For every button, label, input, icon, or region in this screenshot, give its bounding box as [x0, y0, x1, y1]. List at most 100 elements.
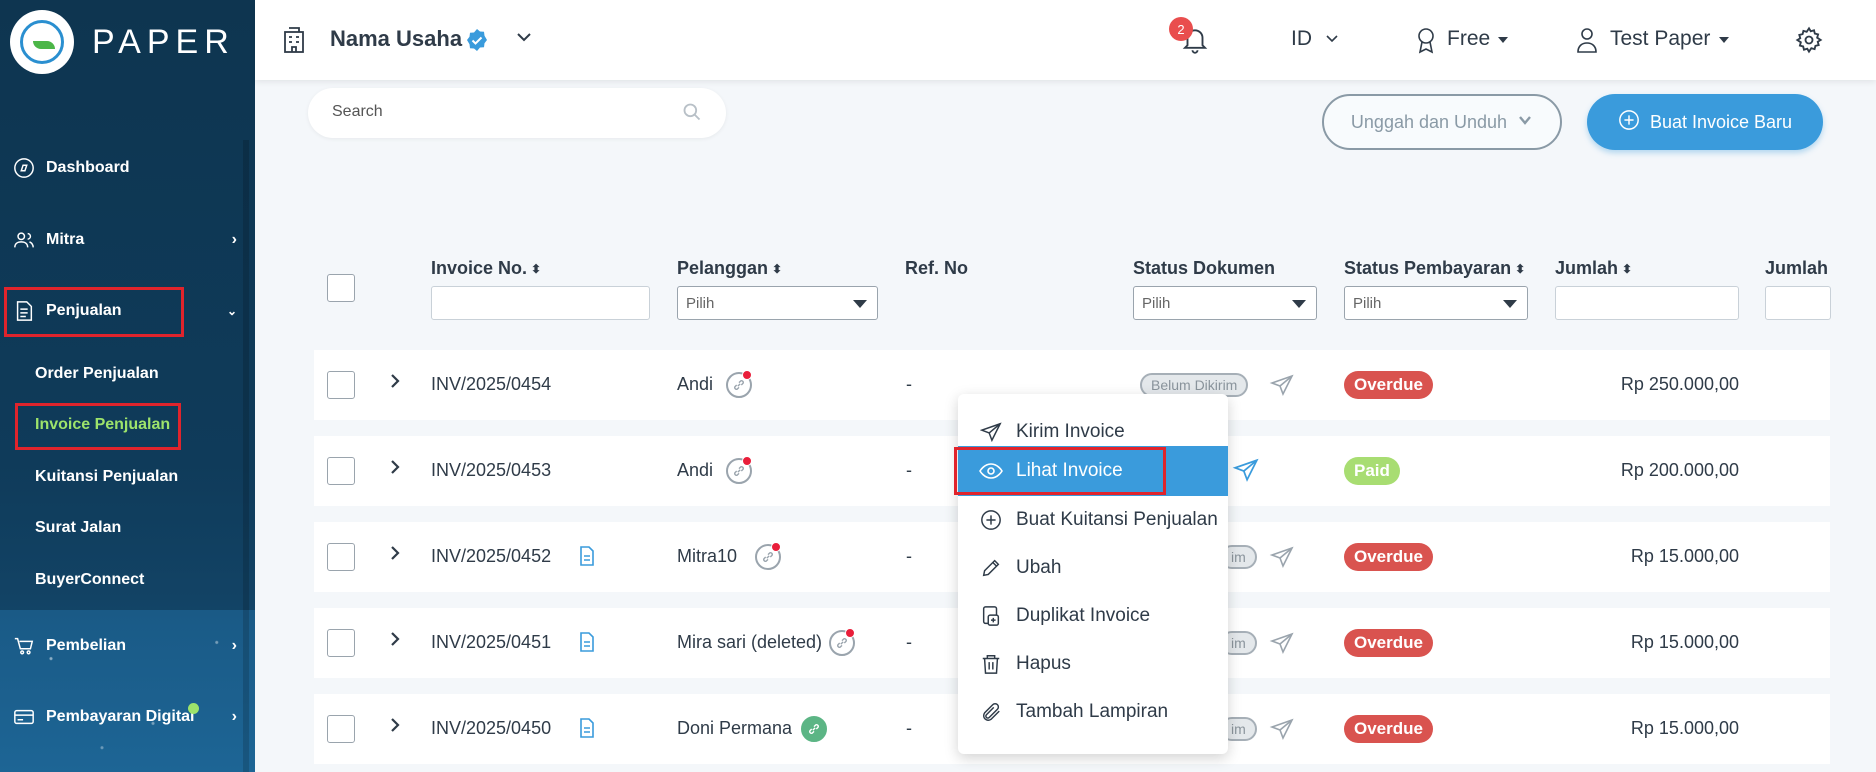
sidebar-item-label: Pembelian	[46, 637, 127, 654]
chevron-right-icon: ›	[231, 708, 237, 725]
sidebar-subitem-kuitansi-penjualan[interactable]: Kuitansi Penjualan	[35, 468, 178, 486]
invoice-number[interactable]: INV/2025/0454	[431, 374, 551, 395]
chevron-right-icon[interactable]	[388, 630, 402, 653]
invoice-number[interactable]: INV/2025/0451	[431, 632, 551, 653]
sidebar-item-pembelian[interactable]: Pembelian ›	[0, 624, 255, 668]
customer-name: Mira sari (deleted)	[677, 632, 823, 652]
amount: Rp 15.000,00	[1630, 718, 1739, 738]
plan-selector[interactable]: Free	[1447, 27, 1490, 51]
notification-badge: 2	[1169, 17, 1193, 41]
sidebar-item-pembayaran-digital[interactable]: Pembayaran Digital ›	[0, 695, 255, 739]
link-icon[interactable]	[801, 716, 827, 742]
sidebar-scrollbar[interactable]	[243, 140, 249, 772]
ref-number: -	[906, 632, 912, 652]
chevron-down-icon[interactable]	[515, 28, 533, 51]
invoice-number[interactable]: INV/2025/0452	[431, 546, 551, 567]
row-checkbox[interactable]	[327, 629, 355, 657]
chevron-right-icon[interactable]	[388, 544, 402, 567]
column-header-jumlah[interactable]: Jumlah ⬍	[1555, 258, 1632, 279]
paperclip-icon	[978, 699, 1004, 725]
business-name[interactable]: Nama Usaha	[330, 26, 462, 52]
user-menu[interactable]: Test Paper	[1610, 27, 1710, 51]
sort-icon: ⬍	[531, 262, 542, 277]
chevron-right-icon[interactable]	[388, 372, 402, 395]
chevron-right-icon[interactable]	[388, 716, 402, 739]
send-icon[interactable]	[1269, 545, 1295, 574]
jumlah-t-filter[interactable]	[1765, 286, 1831, 320]
payment-status-badge: Paid	[1344, 457, 1400, 485]
status-dokumen-filter[interactable]: Pilih	[1133, 286, 1317, 320]
row-checkbox[interactable]	[327, 715, 355, 743]
sidebar-subitem-surat-jalan[interactable]: Surat Jalan	[35, 519, 121, 537]
chevron-right-icon[interactable]	[388, 458, 402, 481]
users-icon	[12, 228, 36, 252]
payment-status-badge: Overdue	[1344, 371, 1433, 399]
chevron-down-icon	[1517, 112, 1533, 133]
alert-dot	[742, 456, 752, 466]
sidebar-item-dashboard[interactable]: Dashboard	[0, 146, 255, 190]
credit-card-icon	[12, 705, 36, 729]
chevron-down-icon: ⌄	[226, 304, 237, 318]
brand[interactable]: PAPER	[10, 10, 235, 74]
ref-number: -	[906, 460, 912, 480]
jumlah-filter[interactable]	[1555, 286, 1739, 320]
new-invoice-button[interactable]: Buat Invoice Baru	[1587, 94, 1823, 150]
language-selector[interactable]: ID	[1291, 27, 1312, 51]
alert-dot	[742, 370, 752, 380]
sidebar-subitem-order-penjualan[interactable]: Order Penjualan	[35, 365, 159, 383]
sidebar-subitem-buyerconnect[interactable]: BuyerConnect	[35, 571, 144, 589]
sidebar: PAPER Dashboard Mitra › Penjualan ⌄ Orde…	[0, 0, 255, 772]
send-icon[interactable]	[1232, 457, 1260, 488]
file-icon[interactable]	[579, 546, 595, 571]
send-icon[interactable]	[1269, 631, 1295, 660]
customer-name: Doni Permana	[677, 718, 793, 738]
menu-item-ubah[interactable]: Ubah	[958, 544, 1228, 592]
building-icon	[283, 26, 305, 59]
pelanggan-filter[interactable]: Pilih	[677, 286, 878, 320]
sidebar-item-label: Mitra	[46, 231, 85, 248]
column-header-invoice-no[interactable]: Invoice No. ⬍	[431, 258, 541, 279]
menu-item-duplikat-invoice[interactable]: Duplikat Invoice	[958, 592, 1228, 640]
brand-name: PAPER	[92, 22, 235, 61]
search-box	[308, 88, 726, 138]
column-header-status-pembayaran[interactable]: Status Pembayaran ⬍	[1344, 258, 1525, 279]
row-checkbox[interactable]	[327, 371, 355, 399]
chevron-right-icon: ›	[231, 231, 237, 248]
invoice-number[interactable]: INV/2025/0450	[431, 718, 551, 739]
new-indicator-dot	[188, 703, 199, 714]
alert-dot	[771, 542, 781, 552]
send-icon[interactable]	[1269, 373, 1295, 402]
plus-circle-icon	[978, 507, 1004, 533]
menu-item-hapus[interactable]: Hapus	[958, 640, 1228, 688]
status-pembayaran-filter[interactable]: Pilih	[1344, 286, 1528, 320]
sidebar-item-mitra[interactable]: Mitra ›	[0, 218, 255, 262]
amount: Rp 15.000,00	[1630, 546, 1739, 566]
file-icon[interactable]	[579, 632, 595, 657]
select-all-checkbox[interactable]	[327, 274, 355, 302]
search-icon[interactable]	[682, 102, 702, 127]
menu-item-buat-kuitansi[interactable]: Buat Kuitansi Penjualan	[958, 496, 1228, 544]
invoice-number[interactable]: INV/2025/0453	[431, 460, 551, 481]
send-icon[interactable]	[1269, 717, 1295, 746]
payment-status-badge: Overdue	[1344, 629, 1433, 657]
customer-name: Andi	[677, 374, 714, 394]
file-icon[interactable]	[579, 718, 595, 743]
row-checkbox[interactable]	[327, 543, 355, 571]
upload-download-button[interactable]: Unggah dan Unduh	[1322, 94, 1562, 150]
highlight-box	[954, 447, 1166, 495]
sort-icon: ⬍	[1515, 262, 1526, 277]
sidebar-item-label: Pembayaran Digital	[46, 708, 195, 725]
menu-item-tambah-lampiran[interactable]: Tambah Lampiran	[958, 688, 1228, 736]
gear-icon[interactable]	[1795, 26, 1823, 59]
column-header-ref-no: Ref. No	[905, 258, 968, 278]
sort-icon: ⬍	[772, 262, 783, 277]
amount: Rp 15.000,00	[1630, 632, 1739, 652]
customer-name: Mitra10	[677, 546, 738, 566]
column-header-pelanggan[interactable]: Pelanggan ⬍	[677, 258, 782, 279]
logo	[10, 10, 74, 74]
invoice-no-filter[interactable]	[431, 286, 650, 320]
search-input[interactable]	[332, 103, 652, 121]
column-header-jumlah-t: Jumlah T	[1765, 258, 1831, 278]
row-checkbox[interactable]	[327, 457, 355, 485]
verified-icon	[465, 28, 489, 52]
